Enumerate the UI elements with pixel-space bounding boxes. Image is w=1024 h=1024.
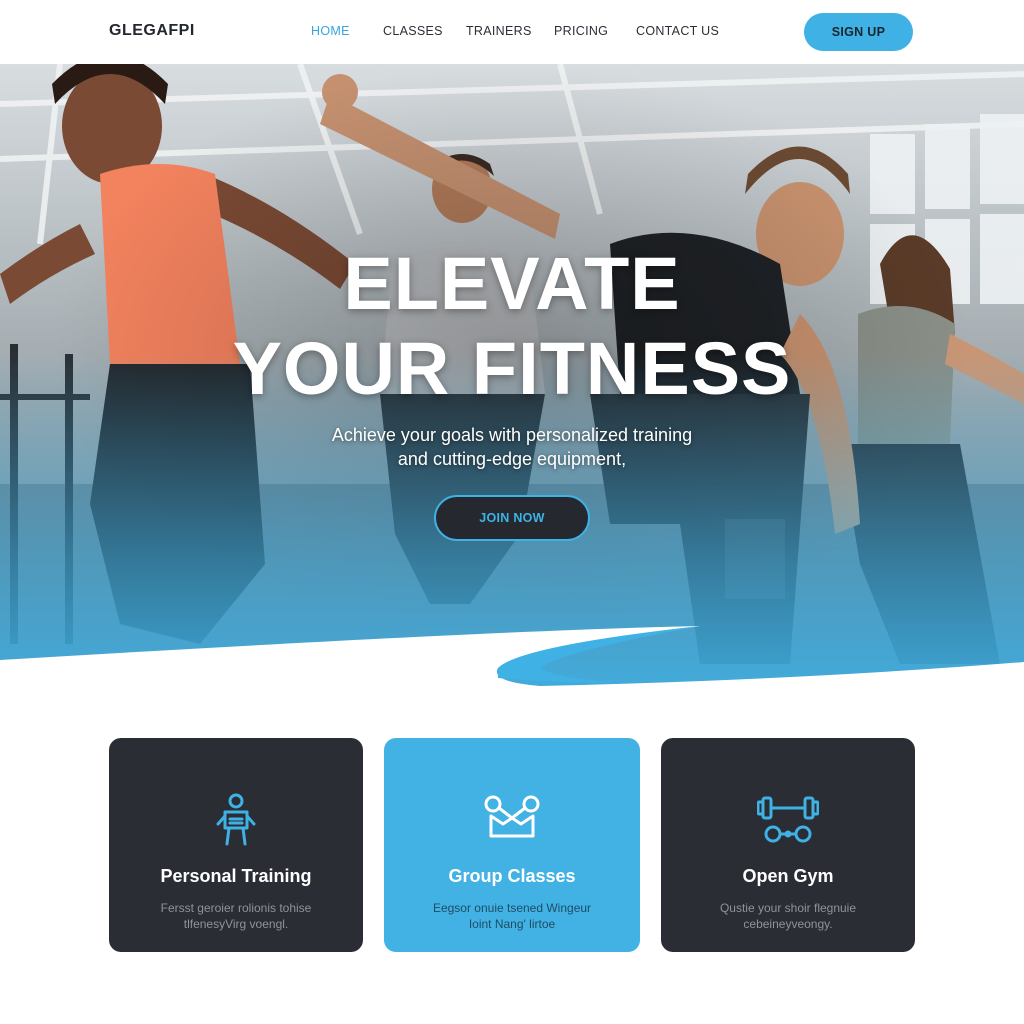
- card-description-line2: cebeineyveongy.: [743, 917, 833, 931]
- hero-content: ELEVATE YOUR FITNESS Achieve your goals …: [0, 64, 1024, 704]
- card-title: Personal Training: [160, 866, 312, 886]
- card-description-line2: Ioint Nang' lirtoe: [468, 917, 556, 931]
- card-title: Open Gym: [742, 866, 834, 886]
- hero-subtitle-line2: and cutting-edge equipment,: [397, 449, 627, 469]
- nav-item-trainers[interactable]: TRAINERS: [466, 24, 532, 38]
- card-group-classes[interactable]: Group Classes Eegsor onuie tsened Wingeu…: [384, 738, 640, 952]
- hero-section: ELEVATE YOUR FITNESS Achieve your goals …: [0, 64, 1024, 704]
- hero-subtitle-line1: Achieve your goals with personalized tra…: [331, 425, 693, 445]
- group-icon: [484, 795, 540, 838]
- sign-up-button[interactable]: SIGN UP: [804, 13, 913, 51]
- nav-item-pricing[interactable]: PRICING: [554, 24, 608, 38]
- card-personal-training[interactable]: Personal Training Fersst geroier rolioni…: [109, 738, 363, 952]
- card-description: Eegsor onuie tsened Wingeur Ioint Nang' …: [384, 900, 640, 932]
- card-description: Fersst geroier rolionis tohise tlfenesyV…: [109, 900, 363, 932]
- nav-item-home[interactable]: HOME: [311, 24, 350, 38]
- hero-headline-line1: ELEVATE: [343, 242, 681, 325]
- card-description-line1: Qustie your shoir flegnuie: [719, 901, 857, 915]
- nav-item-contact-us[interactable]: CONTACT US: [636, 24, 719, 38]
- card-description: Qustie your shoir flegnuie cebeineyveong…: [661, 900, 915, 932]
- top-nav: GLEGAFPI HOME CLASSES TRAINERS PRICING C…: [0, 0, 1024, 64]
- nav-item-classes[interactable]: CLASSES: [383, 24, 443, 38]
- dumbbell-icon: [757, 796, 819, 843]
- card-description-line1: Fersst geroier rolionis tohise: [160, 901, 312, 915]
- card-description-line1: Eegsor onuie tsened Wingeur: [432, 901, 592, 915]
- card-description-line2: tlfenesyVirg voengl.: [183, 917, 289, 931]
- trainer-icon: [216, 793, 256, 846]
- hero-headline-line2: YOUR FITNESS: [232, 327, 792, 410]
- card-open-gym[interactable]: Open Gym Qustie your shoir flegnuie cebe…: [661, 738, 915, 952]
- join-now-button[interactable]: JOIN NOW: [434, 495, 590, 541]
- card-title: Group Classes: [448, 866, 576, 886]
